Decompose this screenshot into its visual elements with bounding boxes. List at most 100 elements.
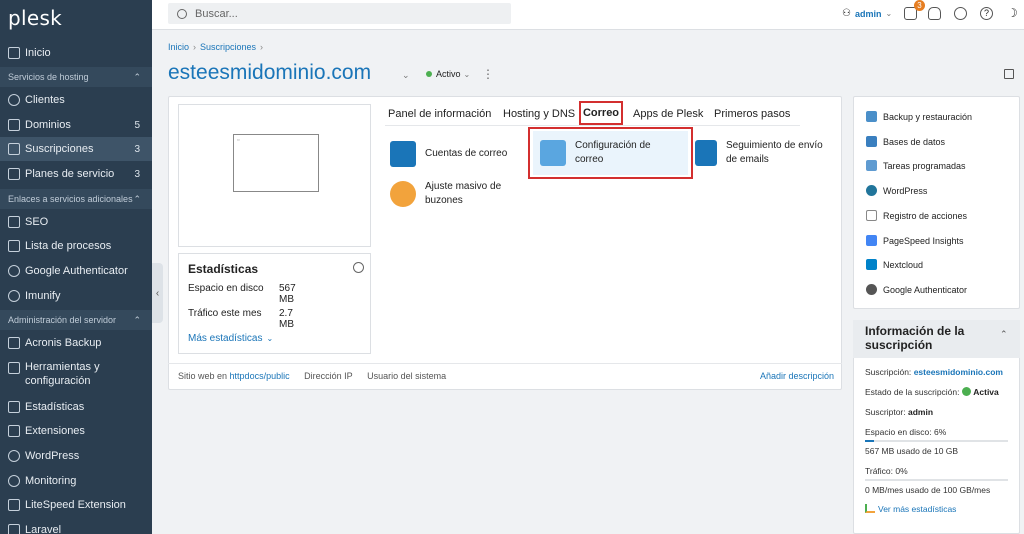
grid-icon	[8, 143, 20, 155]
google-icon	[8, 265, 20, 277]
sidebar-item-imunify[interactable]: Imunify	[0, 284, 152, 308]
sidebar-item-estadisticas[interactable]: Estadísticas	[0, 395, 152, 419]
sidebar-item-extensiones[interactable]: Extensiones	[0, 419, 152, 443]
chevron-up-icon: ⌃	[133, 71, 141, 82]
right-tool-action-log[interactable]: Registro de acciones	[866, 210, 967, 221]
breadcrumb-subscriptions[interactable]: Suscripciones	[200, 42, 256, 52]
sidebar-item-label: Suscripciones	[25, 143, 94, 155]
tool-mail-accounts[interactable]: Cuentas de correo	[390, 141, 507, 167]
sidebar-item-acronis[interactable]: Acronis Backup	[0, 331, 152, 355]
subscription-link[interactable]: esteesmidominio.com	[914, 367, 1003, 377]
sidebar-item-clientes[interactable]: Clientes	[0, 88, 152, 112]
more-stats-link[interactable]: Más estadísticas ⌄	[188, 333, 273, 344]
right-tool-cron[interactable]: Tareas programadas	[866, 160, 966, 171]
sidebar-item-procesos[interactable]: Lista de procesos	[0, 234, 152, 258]
sidebar: plesk Inicio Servicios de hosting ⌃ Clien…	[0, 0, 152, 534]
sidebar-section-links[interactable]: Enlaces a servicios adicionales ⌃	[0, 189, 152, 209]
sidebar-item-label: Inicio	[25, 47, 51, 59]
refresh-icon[interactable]	[353, 262, 364, 273]
monitor-icon	[8, 119, 20, 131]
gear-icon	[8, 290, 20, 302]
tab-getting-started[interactable]: Primeros pasos	[714, 108, 790, 120]
state-value: Activa	[973, 387, 999, 397]
support-icon[interactable]	[954, 7, 967, 20]
sidebar-section-hosting[interactable]: Servicios de hosting ⌃	[0, 67, 152, 87]
chevron-left-icon: ‹	[155, 287, 160, 299]
add-description-link[interactable]: Añadir descripción	[760, 371, 834, 381]
tab-plesk-apps[interactable]: Apps de Plesk	[633, 108, 703, 120]
right-tool-label: PageSpeed Insights	[883, 235, 964, 246]
theme-toggle-icon[interactable]: ☽	[1006, 5, 1019, 20]
sidebar-item-wordpress[interactable]: WordPress	[0, 444, 152, 468]
domain-dropdown-icon[interactable]: ⌄	[402, 70, 410, 81]
sidebar-item-suscripciones[interactable]: Suscripciones 3	[0, 137, 152, 161]
website-preview[interactable]: ▫	[178, 104, 371, 247]
user-icon: ⚇	[842, 8, 851, 19]
quick-tools-card	[853, 96, 1020, 309]
sidebar-item-planes[interactable]: Planes de servicio 3	[0, 162, 152, 186]
disk-value: 567 MB	[279, 283, 296, 305]
sidebar-item-dominios[interactable]: Dominios 5	[0, 113, 152, 137]
subscription-row: Suscripción: esteesmidominio.com	[865, 367, 1003, 377]
chevron-up-icon[interactable]: ⌃	[1000, 329, 1008, 340]
tool-mailbox-bulk[interactable]: Ajuste masivo de buzones	[390, 180, 520, 208]
count-badge: 3	[134, 143, 140, 155]
sidebar-item-litespeed[interactable]: LiteSpeed Extension	[0, 493, 152, 517]
website-link[interactable]: httpdocs/public	[230, 371, 290, 381]
right-tool-google-auth[interactable]: Google Authenticator	[866, 284, 967, 295]
sidebar-item-monitoring[interactable]: Monitoring	[0, 469, 152, 493]
log-icon	[866, 210, 877, 221]
disk-usage-detail: 567 MB usado de 10 GB	[865, 446, 959, 456]
subscription-info-title: Información de la suscripción	[865, 324, 965, 352]
system-user-label[interactable]: Usuario del sistema	[367, 371, 446, 381]
sidebar-section-admin[interactable]: Administración del servidor ⌃	[0, 310, 152, 330]
ip-address-label[interactable]: Dirección IP	[304, 371, 353, 381]
sidebar-item-label: Clientes	[25, 94, 65, 106]
calendar-icon	[866, 160, 877, 171]
sidebar-item-laravel[interactable]: Laravel	[0, 518, 152, 534]
tab-dashboard[interactable]: Panel de información	[388, 108, 491, 120]
tab-mail[interactable]: Correo	[579, 101, 623, 125]
traffic-usage-label: Tráfico: 0%	[865, 466, 908, 476]
sidebar-collapse-button[interactable]: ‹	[152, 263, 163, 323]
chevron-down-icon: ⌄	[463, 69, 471, 79]
search-input[interactable]: Buscar...	[168, 3, 511, 24]
tab-hosting-dns[interactable]: Hosting y DNS	[503, 108, 575, 120]
search-placeholder: Buscar...	[195, 7, 238, 20]
home-icon	[8, 47, 20, 59]
breadcrumb-home[interactable]: Inicio	[168, 42, 189, 52]
right-tool-backup[interactable]: Backup y restauración	[866, 111, 972, 122]
wordpress-icon	[866, 185, 877, 196]
notifications-badge: 3	[914, 0, 925, 11]
sidebar-item-herramientas[interactable]: Herramientas y configuración	[0, 360, 152, 390]
cloud-icon[interactable]	[928, 7, 941, 20]
subscriber-value: admin	[908, 407, 934, 417]
tool-email-tracking[interactable]: Seguimiento de envío de emails	[695, 139, 835, 167]
sidebar-item-label: Planes de servicio	[25, 168, 115, 180]
bar-chart-icon	[865, 504, 875, 513]
right-tool-label: Tareas programadas	[883, 160, 966, 171]
more-actions-icon[interactable]: ⋮	[482, 67, 494, 81]
right-tool-databases[interactable]: Bases de datos	[866, 136, 945, 147]
more-subscription-stats-link[interactable]: Ver más estadísticas	[865, 504, 956, 514]
chevron-down-icon: ⌄	[885, 9, 893, 18]
right-tool-nextcloud[interactable]: Nextcloud	[866, 259, 923, 270]
user-menu[interactable]: ⚇ admin ⌄	[842, 8, 892, 19]
right-tool-pagespeed[interactable]: PageSpeed Insights	[866, 235, 964, 246]
status-badge[interactable]: Activo ⌄	[426, 69, 470, 79]
tool-label: Seguimiento de envío de emails	[726, 140, 823, 165]
count-badge: 3	[134, 168, 140, 180]
right-tool-wordpress[interactable]: WordPress	[866, 185, 927, 196]
help-icon[interactable]: ?	[980, 7, 993, 20]
chevron-down-icon: ⌄	[266, 334, 274, 343]
right-tool-label: WordPress	[883, 185, 928, 196]
right-panel-toggle-icon[interactable]	[1004, 69, 1014, 79]
sidebar-item-seo[interactable]: SEO	[0, 210, 152, 234]
sidebar-item-inicio[interactable]: Inicio	[0, 41, 152, 65]
state-label: Estado de la suscripción:	[865, 387, 960, 397]
traffic-label: Tráfico este mes	[188, 308, 262, 319]
chevron-up-icon: ⌃	[133, 314, 141, 325]
sidebar-item-google-auth[interactable]: Google Authenticator	[0, 259, 152, 283]
plesk-logo[interactable]: plesk	[8, 6, 62, 30]
breadcrumb-separator: ›	[260, 42, 264, 52]
